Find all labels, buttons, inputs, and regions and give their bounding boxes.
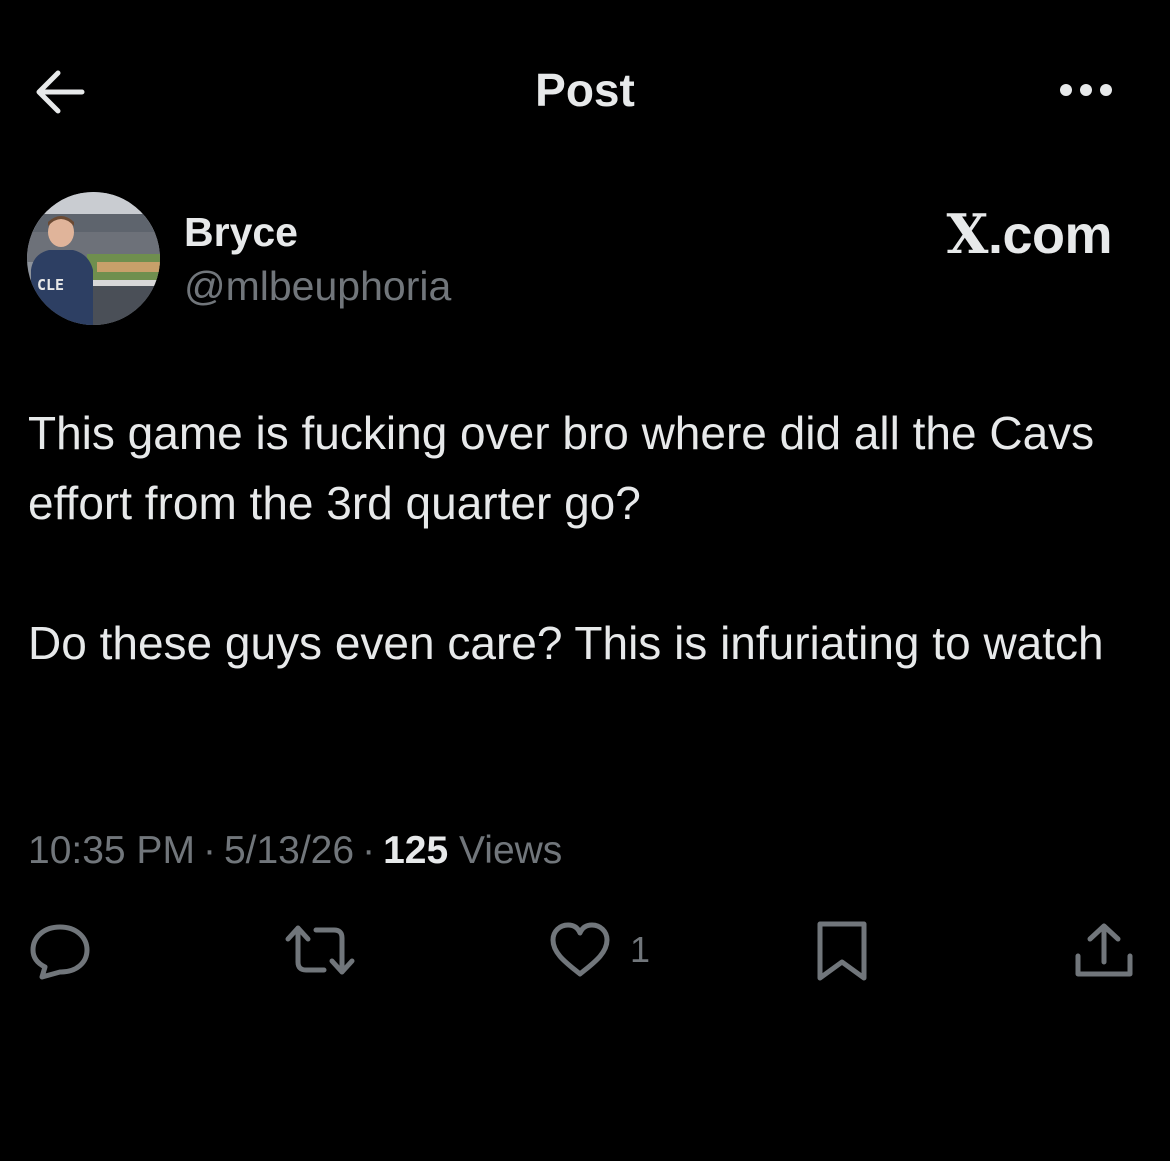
post-text: This game is fucking over bro where did … [28,398,1138,678]
watermark-suffix: .com [987,205,1113,265]
avatar-jersey-text: CLE [37,276,64,294]
more-options-button[interactable] [1050,70,1122,110]
reply-button[interactable] [28,915,92,985]
reply-icon [30,924,90,980]
like-button[interactable]: 1 [548,915,650,985]
repost-button[interactable] [284,915,356,985]
page-title: Post [535,64,635,116]
avatar[interactable]: CLE [27,192,160,325]
like-count: 1 [630,929,651,970]
views-label: Views [458,829,563,872]
bookmark-icon [817,921,867,981]
post-date: 5/13/26 [223,829,355,872]
views[interactable]: 125 Views [383,829,562,872]
post-meta: 10:35 PM · 5/13/26 · 125 Views [28,826,562,876]
meta-separator: · [362,829,376,872]
top-bar: Post [0,0,1170,180]
watermark: X.com [946,202,1113,266]
share-icon [1075,923,1133,977]
post-paragraph: This game is fucking over bro where did … [28,407,1095,529]
views-count: 125 [383,829,449,872]
action-bar: 1 [0,915,1170,995]
repost-icon [285,925,355,975]
watermark-x-logo: X [946,202,989,266]
post-time: 10:35 PM [28,829,195,872]
more-horizontal-icon [1060,84,1112,96]
post-paragraph: Do these guys even care? This is infuria… [28,617,1104,669]
author-handle[interactable]: @mlbeuphoria [184,262,451,310]
bookmark-button[interactable] [812,915,872,985]
avatar-photo: CLE [27,192,160,325]
heart-icon [550,922,610,977]
meta-separator: · [202,829,216,872]
share-button[interactable] [1072,915,1136,985]
author-name[interactable]: Bryce [184,208,298,256]
